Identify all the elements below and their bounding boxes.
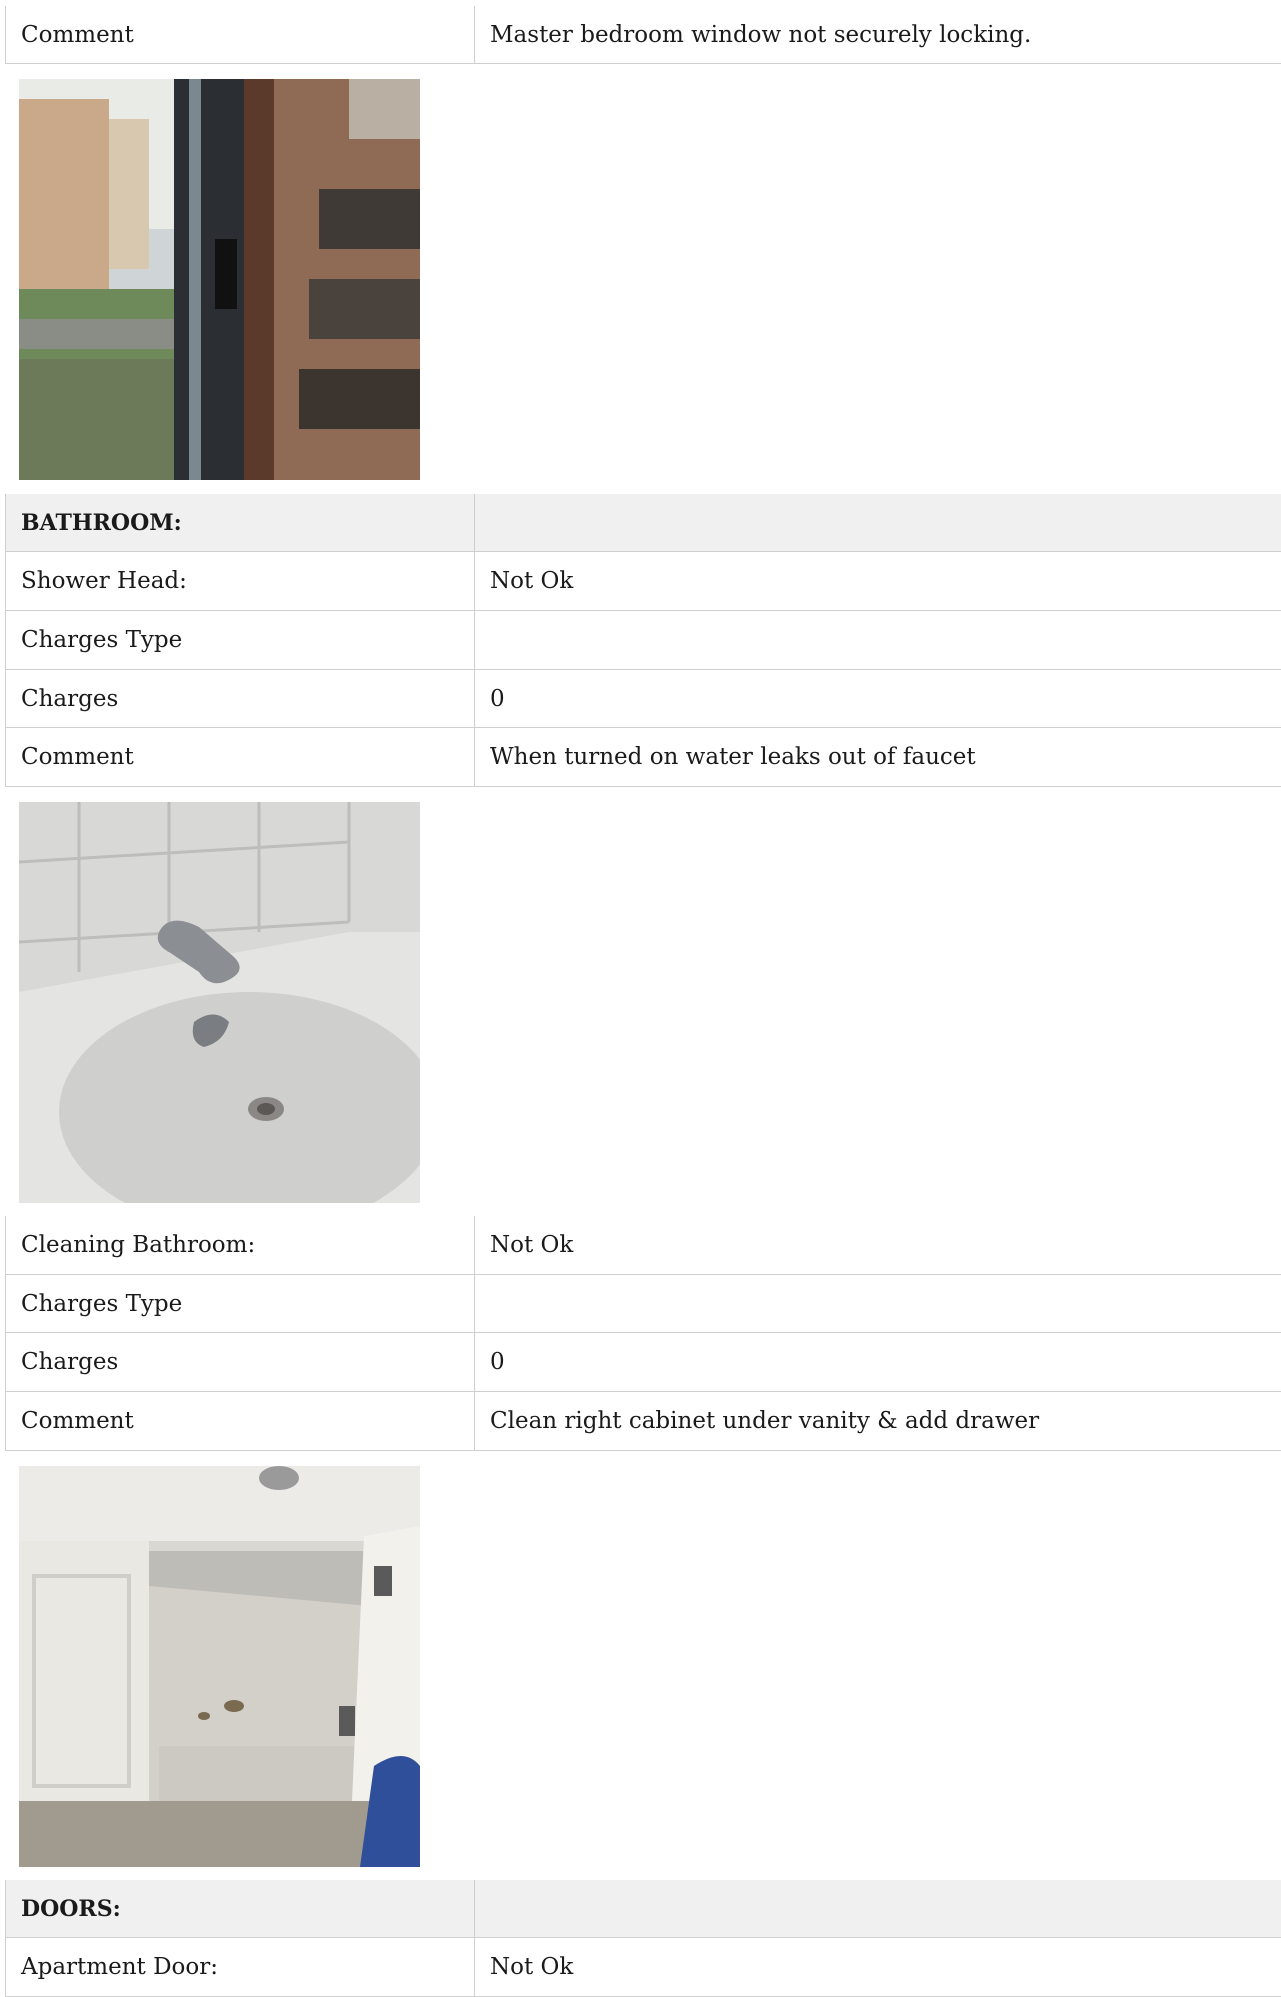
row-label: Comment — [6, 728, 475, 786]
table-row: Apartment Door: Not Ok — [5, 1938, 1281, 1997]
row-value: Clean right cabinet under vanity & add d… — [490, 1408, 1040, 1434]
section-title: DOORS: — [6, 1880, 475, 1937]
table-row: Comment Master bedroom window not secure… — [5, 6, 1281, 64]
section-header-doors: DOORS: — [5, 1880, 1281, 1938]
row-value: Not Ok — [490, 1954, 574, 1980]
row-label: Shower Head: — [6, 552, 475, 610]
row-label: Apartment Door: — [6, 1938, 475, 1996]
row-value — [475, 611, 1281, 669]
row-value — [475, 1275, 1281, 1332]
section-value — [475, 1880, 1281, 1937]
cabinet-photo[interactable] — [19, 1466, 420, 1867]
section-header-bathroom: BATHROOM: — [5, 494, 1281, 552]
row-value: Not Ok — [490, 568, 574, 594]
row-label: Cleaning Bathroom: — [6, 1216, 475, 1274]
row-label: Comment — [6, 6, 475, 63]
row-label: Charges — [6, 1333, 475, 1391]
table-row: Charges 0 — [5, 670, 1281, 728]
row-label: Charges Type — [6, 611, 475, 669]
table-row: Comment Clean right cabinet under vanity… — [5, 1392, 1281, 1451]
row-value: 0 — [490, 685, 505, 712]
table-row: Comment When turned on water leaks out o… — [5, 728, 1281, 787]
row-label: Comment — [6, 1392, 475, 1450]
table-row: Charges 0 — [5, 1333, 1281, 1392]
section-value — [475, 494, 1281, 551]
table-row: Charges Type — [5, 1275, 1281, 1333]
row-value: Not Ok — [490, 1232, 574, 1258]
table-row: Charges Type — [5, 611, 1281, 670]
row-label: Charges — [6, 670, 475, 727]
window-photo[interactable] — [19, 79, 420, 480]
row-label: Charges Type — [6, 1275, 475, 1332]
row-value: 0 — [490, 1349, 505, 1375]
row-value: Master bedroom window not securely locki… — [490, 21, 1032, 48]
bathtub-photo[interactable] — [19, 802, 420, 1203]
row-value: When turned on water leaks out of faucet — [490, 744, 976, 770]
section-title: BATHROOM: — [6, 494, 475, 551]
table-row: Cleaning Bathroom: Not Ok — [5, 1216, 1281, 1275]
table-row: Shower Head: Not Ok — [5, 552, 1281, 611]
